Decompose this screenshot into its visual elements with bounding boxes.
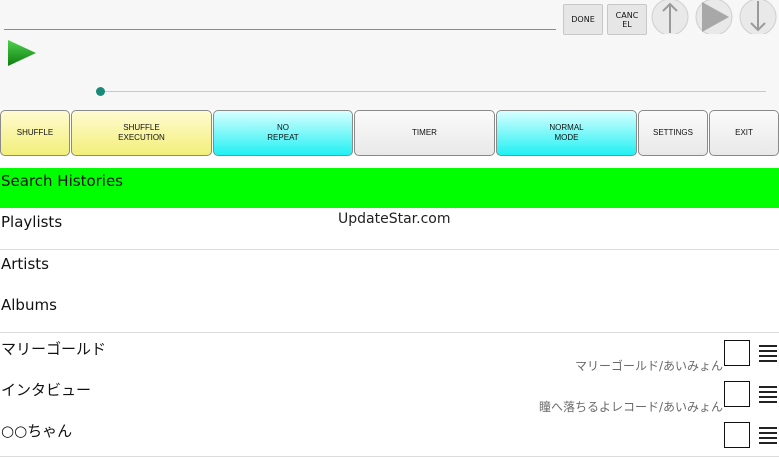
top-bar: DONE CANC EL [0, 0, 779, 110]
shuffle-button[interactable]: SHUFFLE [0, 110, 70, 156]
drag-handle-icon[interactable] [759, 345, 777, 365]
list-item-label: Playlists [1, 213, 63, 231]
song-row[interactable]: ○○ちゃん [0, 415, 779, 457]
up-arrow-icon[interactable] [651, 0, 689, 34]
list-item-label: Albums [1, 296, 57, 314]
seek-bar[interactable] [100, 91, 766, 92]
list-item-label: Search Histories [1, 172, 123, 190]
settings-button[interactable]: SETTINGS [638, 110, 708, 156]
song-checkbox[interactable] [724, 340, 750, 366]
drag-handle-icon[interactable] [759, 386, 777, 406]
song-title: インタビュー [1, 381, 92, 399]
drag-handle-icon[interactable] [759, 427, 777, 447]
song-checkbox[interactable] [724, 422, 750, 448]
song-title: マリーゴールド [1, 340, 107, 358]
exit-button[interactable]: EXIT [709, 110, 779, 156]
song-row[interactable]: マリーゴールド マリーゴールド/あいみょん [0, 333, 779, 375]
list-item-label: Artists [1, 255, 49, 273]
list-item-albums[interactable]: Albums [0, 291, 779, 333]
play-mode-button[interactable]: NORMAL MODE [496, 110, 637, 156]
song-subtitle: 瞳へ落ちるよレコード/あいみょん [538, 400, 723, 414]
song-title-field[interactable] [4, 29, 556, 30]
timer-button[interactable]: TIMER [354, 110, 495, 156]
cancel-button[interactable]: CANC EL [607, 4, 647, 35]
watermark: UpdateStar.com [338, 211, 451, 227]
seek-thumb[interactable] [96, 87, 105, 96]
song-row[interactable]: インタビュー 瞳へ落ちるよレコード/あいみょん [0, 374, 779, 416]
list-item-artists[interactable]: Artists [0, 250, 779, 292]
song-subtitle: マリーゴールド/あいみょん [574, 359, 723, 373]
play-icon[interactable] [6, 38, 38, 68]
done-button[interactable]: DONE [563, 4, 603, 35]
repeat-mode-button[interactable]: NO REPEAT [213, 110, 353, 156]
down-arrow-icon[interactable] [739, 0, 777, 34]
play-icon[interactable] [695, 0, 733, 34]
song-checkbox[interactable] [724, 381, 750, 407]
shuffle-execution-button[interactable]: SHUFFLE EXECUTION [71, 110, 212, 156]
search-histories-item[interactable]: Search Histories [0, 168, 779, 208]
